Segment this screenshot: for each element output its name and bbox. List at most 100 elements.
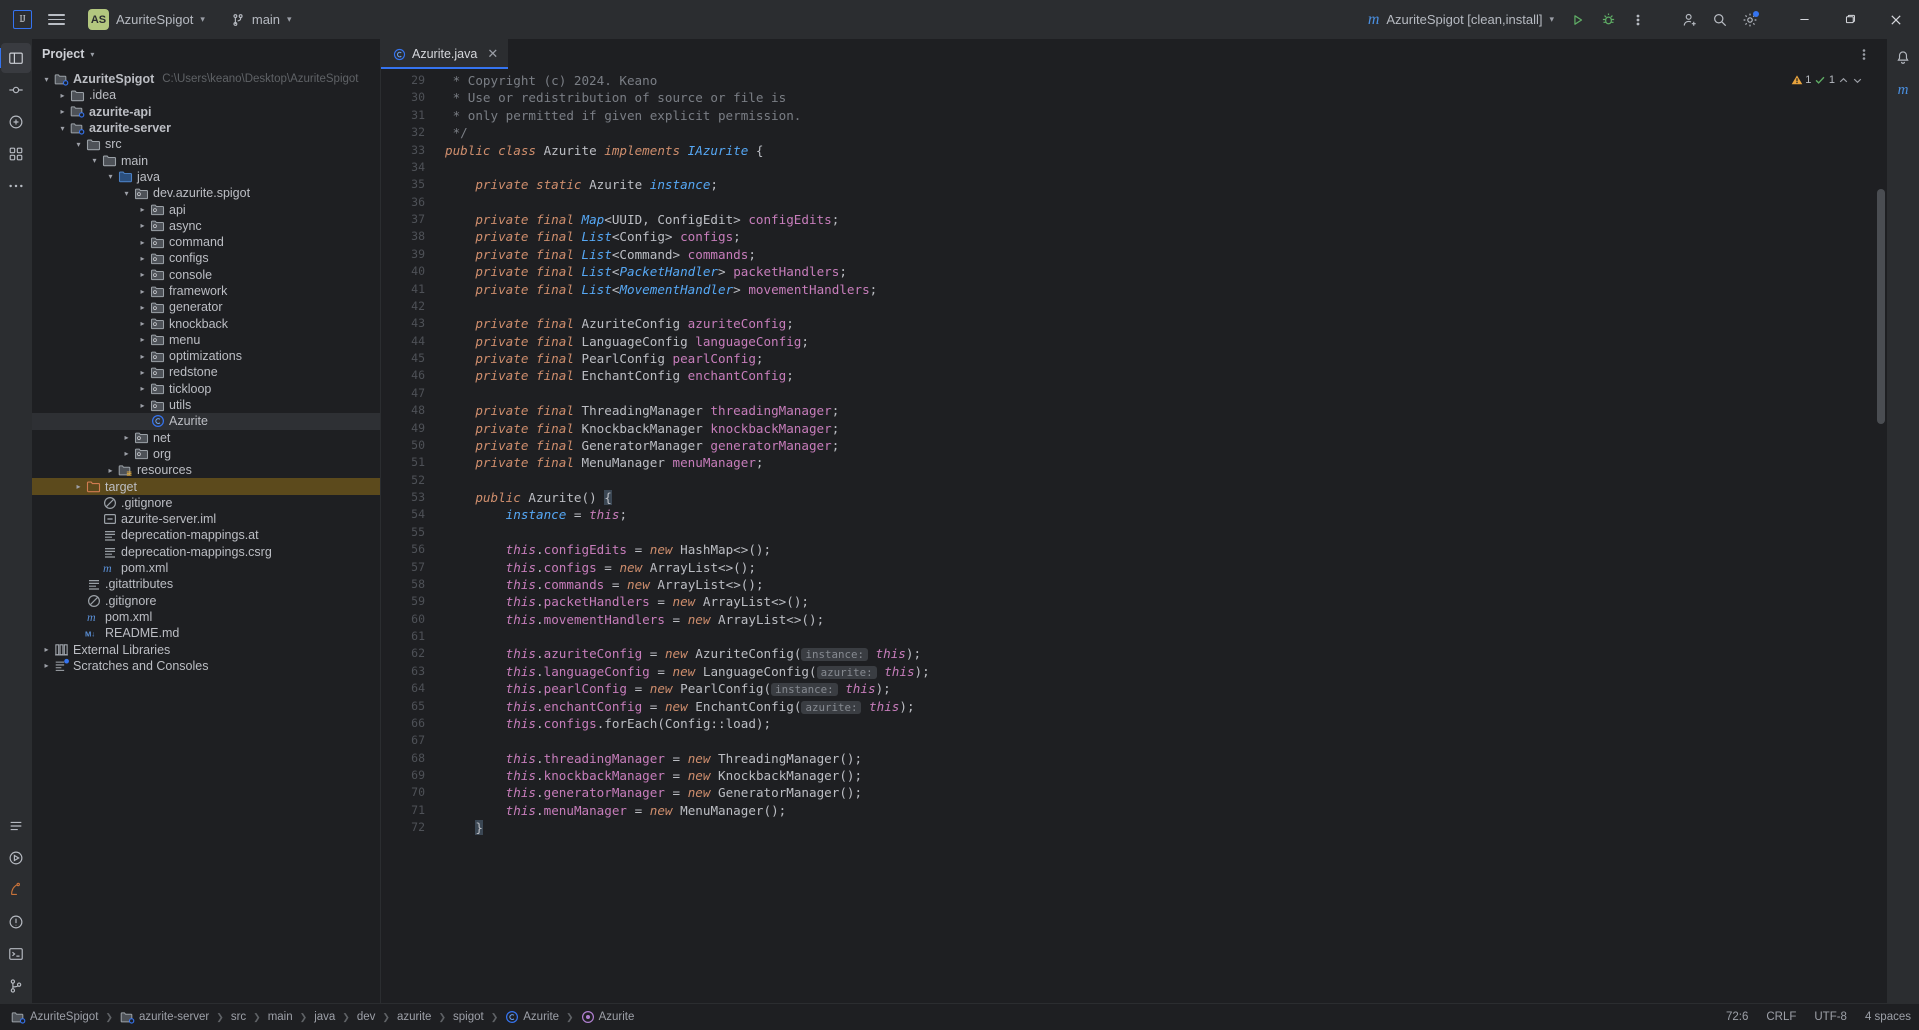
code-line[interactable]: public Azurite() { [445, 489, 1873, 506]
tree-node-command[interactable]: ▸ command [32, 234, 380, 250]
editor-code-content[interactable]: * Copyright (c) 2024. Keano * Use or red… [445, 69, 1873, 1003]
more-tool-windows-icon[interactable] [1, 171, 31, 201]
code-line[interactable]: this.knockbackManager = new KnockbackMan… [445, 767, 1873, 784]
chevron-down-icon[interactable]: ▾ [88, 156, 101, 165]
chevron-right-icon[interactable]: ▸ [120, 433, 133, 442]
inspection-checks[interactable]: 1 [1814, 74, 1835, 86]
editor-line-numbers[interactable]: 29 30 31 32 33 34 35 36 37 38 39 40 41 42 43 44 45 46 47 48… [381, 69, 433, 1003]
tree-node-dev-azurite-spigot[interactable]: ▾ dev.azurite.spigot [32, 185, 380, 201]
code-line[interactable]: this.generatorManager = new GeneratorMan… [445, 784, 1873, 801]
chevron-right-icon[interactable]: ▸ [136, 205, 149, 214]
line-separator[interactable]: CRLF [1766, 1011, 1796, 1023]
chevron-right-icon[interactable]: ▸ [72, 482, 85, 491]
chevron-right-icon[interactable]: ▸ [136, 270, 149, 279]
project-selector[interactable]: AS AzuriteSpigot ▾ [80, 5, 213, 34]
code-line[interactable] [445, 385, 1873, 402]
tree-node-async[interactable]: ▸ async [32, 218, 380, 234]
chevron-right-icon[interactable]: ▸ [136, 221, 149, 230]
tree-node-target[interactable]: ▸ target [32, 478, 380, 495]
tree-node-readme-md[interactable]: M↓ README.md [32, 625, 380, 641]
indent-setting[interactable]: 4 spaces [1865, 1011, 1911, 1023]
close-icon[interactable]: ✕ [487, 46, 498, 62]
tree-node-optimizations[interactable]: ▸ optimizations [32, 348, 380, 364]
tree-node-deprecation-mappings-csrg[interactable]: deprecation-mappings.csrg [32, 544, 380, 560]
run-tool-icon[interactable] [1, 843, 31, 873]
breadcrumb-item[interactable]: src [228, 1010, 249, 1024]
more-vertical-icon[interactable] [1849, 39, 1879, 69]
code-line[interactable]: private final EnchantConfig enchantConfi… [445, 367, 1873, 384]
run-button[interactable] [1563, 5, 1593, 35]
breadcrumb-item[interactable]: java [311, 1010, 338, 1024]
code-line[interactable]: this.languageConfig = new LanguageConfig… [445, 663, 1873, 680]
intellij-logo-icon[interactable]: IJ [6, 4, 38, 36]
tree-node-src[interactable]: ▾ src [32, 136, 380, 152]
tree-node-tickloop[interactable]: ▸ tickloop [32, 381, 380, 397]
project-tool-icon[interactable] [0, 43, 31, 73]
chevron-right-icon[interactable]: ▸ [56, 91, 69, 100]
tree-node--gitattributes[interactable]: .gitattributes [32, 576, 380, 592]
tree-node-redstone[interactable]: ▸ redstone [32, 364, 380, 380]
editor-scrollbar-thumb[interactable] [1877, 189, 1885, 424]
code-line[interactable]: this.configEdits = new HashMap<>(); [445, 541, 1873, 558]
code-line[interactable]: private final List<MovementHandler> move… [445, 281, 1873, 298]
tree-node-knockback[interactable]: ▸ knockback [32, 315, 380, 331]
tree-node--idea[interactable]: ▸ .idea [32, 87, 380, 103]
code-line[interactable]: private final KnockbackManager knockback… [445, 420, 1873, 437]
tree-node-main[interactable]: ▾ main [32, 152, 380, 168]
tree-node-azurite[interactable]: Azurite [32, 413, 380, 430]
run-configuration-selector[interactable]: m AzuriteSpigot [clean,install] ▾ [1359, 7, 1563, 33]
todo-tool-icon[interactable] [1, 811, 31, 841]
code-line[interactable] [445, 628, 1873, 645]
breadcrumb-item[interactable]: Azurite [502, 1009, 562, 1025]
code-line[interactable]: private final Map<UUID, ConfigEdit> conf… [445, 211, 1873, 228]
code-line[interactable]: this.azuriteConfig = new AzuriteConfig(i… [445, 645, 1873, 662]
breadcrumb-item[interactable]: azurite-server [117, 1009, 212, 1026]
tree-node--gitignore[interactable]: .gitignore [32, 495, 380, 511]
code-line[interactable] [445, 472, 1873, 489]
problems-tool-icon[interactable] [1, 907, 31, 937]
more-actions-button[interactable] [1623, 5, 1653, 35]
code-line[interactable]: private final MenuManager menuManager; [445, 454, 1873, 471]
tree-node--gitignore[interactable]: .gitignore [32, 593, 380, 609]
code-line[interactable]: private final LanguageConfig languageCon… [445, 333, 1873, 350]
chevron-down-icon[interactable]: ▾ [56, 124, 69, 133]
breadcrumb[interactable]: AzuriteSpigot ❯ azurite-server ❯ src ❯ main ❯ ja… [8, 1009, 637, 1026]
chevron-right-icon[interactable]: ▸ [120, 449, 133, 458]
add-user-icon[interactable] [1675, 5, 1705, 35]
chevron-down-icon[interactable]: ▾ [104, 172, 117, 181]
code-line[interactable]: this.threadingManager = new ThreadingMan… [445, 750, 1873, 767]
notifications-icon[interactable] [1888, 43, 1918, 73]
tree-node-scratches-and-consoles[interactable]: ▸ Scratches and Consoles [32, 658, 380, 674]
chevron-right-icon[interactable]: ▸ [136, 303, 149, 312]
chevron-right-icon[interactable]: ▸ [136, 401, 149, 410]
code-line[interactable]: this.pearlConfig = new PearlConfig(insta… [445, 680, 1873, 697]
code-line[interactable] [445, 732, 1873, 749]
tree-node-resources[interactable]: ▸ resources [32, 462, 380, 478]
tree-node-external-libraries[interactable]: ▸ External Libraries [32, 641, 380, 657]
code-line[interactable]: public class Azurite implements IAzurite… [445, 142, 1873, 159]
code-line[interactable]: } [445, 819, 1873, 836]
chevron-right-icon[interactable]: ▸ [56, 107, 69, 116]
structure-tool-icon[interactable] [1, 139, 31, 169]
tree-node-azurite-api[interactable]: ▸ azurite-api [32, 104, 380, 120]
tree-node-console[interactable]: ▸ console [32, 267, 380, 283]
terminal-tool-icon[interactable] [1, 939, 31, 969]
code-line[interactable]: */ [445, 124, 1873, 141]
inspection-warnings[interactable]: 1 [1791, 74, 1811, 86]
maven-panel-icon[interactable]: m [1888, 75, 1918, 105]
code-line[interactable] [445, 298, 1873, 315]
breadcrumb-item[interactable]: azurite [394, 1010, 435, 1024]
code-line[interactable]: private final List<PacketHandler> packet… [445, 263, 1873, 280]
code-line[interactable]: this.configs.forEach(Config::load); [445, 715, 1873, 732]
code-line[interactable]: this.packetHandlers = new ArrayList<>(); [445, 593, 1873, 610]
code-line[interactable]: this.enchantConfig = new EnchantConfig(a… [445, 698, 1873, 715]
chevron-right-icon[interactable]: ▸ [40, 645, 53, 654]
git-tool-icon[interactable] [1, 971, 31, 1001]
breadcrumb-item[interactable]: Azurite [578, 1009, 638, 1025]
tree-node-framework[interactable]: ▸ framework [32, 283, 380, 299]
chevron-right-icon[interactable]: ▸ [136, 319, 149, 328]
project-file-tree[interactable]: ▾ AzuriteSpigot C:\Users\keano\Desktop\Azu… [32, 69, 380, 1003]
breadcrumb-item[interactable]: AzuriteSpigot [8, 1009, 101, 1026]
debug-button[interactable] [1593, 5, 1623, 35]
chevron-right-icon[interactable]: ▸ [136, 254, 149, 263]
